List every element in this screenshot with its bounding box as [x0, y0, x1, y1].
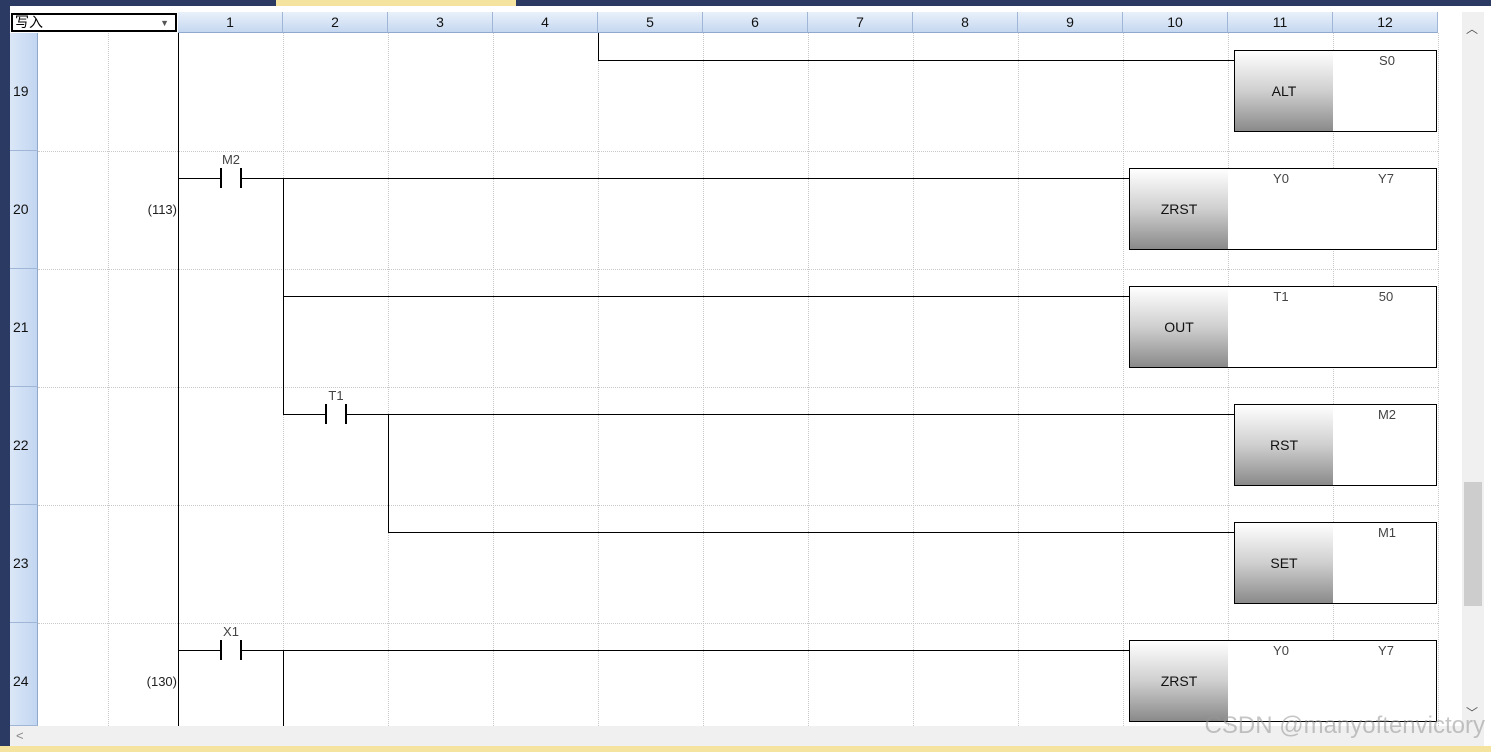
row-number: 23: [13, 555, 29, 571]
grid-line: [38, 269, 1438, 270]
step-number: (113): [147, 202, 177, 217]
wire: [283, 296, 1129, 297]
window-frame-left: [0, 6, 10, 752]
normally-open-contact[interactable]: [325, 404, 347, 424]
wire: [242, 178, 1129, 179]
column-header[interactable]: 6: [703, 12, 808, 33]
instruction-op: SET: [1235, 523, 1333, 603]
instruction-op: ZRST: [1130, 641, 1228, 721]
row-header[interactable]: 22: [10, 387, 38, 505]
watermark: CSDN @manyoftenvictory: [1204, 712, 1485, 739]
instruction-operand: Y0: [1273, 171, 1289, 186]
column-header[interactable]: 12: [1333, 12, 1438, 33]
instruction-operand: M2: [1377, 407, 1397, 422]
row-number: 24: [13, 673, 29, 689]
row-header[interactable]: 20: [10, 151, 38, 269]
grid-line: [38, 505, 1438, 506]
column-header[interactable]: 11: [1228, 12, 1333, 33]
row-number: 22: [13, 437, 29, 453]
wire: [347, 414, 1234, 415]
row-number: 21: [13, 319, 29, 335]
instruction-block[interactable]: ZRST Y0 Y7: [1129, 168, 1437, 250]
row-header[interactable]: 24: [10, 623, 38, 726]
column-header[interactable]: 3: [388, 12, 493, 33]
column-header[interactable]: 5: [598, 12, 703, 33]
row-header[interactable]: 23: [10, 505, 38, 623]
instruction-block[interactable]: SET M1: [1234, 522, 1437, 604]
instruction-operand: M1: [1377, 525, 1397, 540]
grid-line: [38, 387, 1438, 388]
instruction-operand: Y0: [1273, 643, 1289, 658]
instruction-op: ALT: [1235, 51, 1333, 131]
ladder-left-bus: [178, 33, 179, 726]
instruction-operand: 50: [1378, 289, 1394, 304]
column-header[interactable]: 4: [493, 12, 598, 33]
contact-label: M2: [221, 152, 241, 167]
instruction-block[interactable]: RST M2: [1234, 404, 1437, 486]
instruction-operand: Y7: [1378, 171, 1394, 186]
wire: [283, 650, 284, 726]
row-number: 19: [13, 83, 29, 99]
step-number: (130): [146, 674, 177, 689]
instruction-op: OUT: [1130, 287, 1228, 367]
wire: [598, 60, 1234, 61]
instruction-block[interactable]: ALT S0: [1234, 50, 1437, 132]
chevron-left-icon[interactable]: <: [16, 728, 24, 743]
wire: [598, 33, 599, 60]
scroll-thumb[interactable]: [1464, 482, 1482, 606]
instruction-operand: S0: [1379, 53, 1395, 68]
wire: [283, 414, 325, 415]
mode-select[interactable]: 写入 ▼: [11, 13, 177, 32]
row-number: 20: [13, 201, 29, 217]
contact-label: X1: [223, 624, 239, 639]
instruction-op: RST: [1235, 405, 1333, 485]
row-header[interactable]: 21: [10, 269, 38, 387]
wire: [388, 532, 1234, 533]
contact-label: T1: [328, 388, 344, 403]
mode-select-value: 写入: [15, 14, 43, 30]
chevron-down-icon[interactable]: ▼: [160, 16, 169, 31]
document-tab-strip[interactable]: [0, 0, 1491, 6]
instruction-block[interactable]: OUT T1 50: [1129, 286, 1437, 368]
status-strip: [0, 746, 1491, 752]
vertical-scrollbar[interactable]: ︿ ﹀: [1462, 12, 1484, 726]
grid-line: [1438, 33, 1439, 726]
instruction-operand: T1: [1273, 289, 1289, 304]
normally-open-contact[interactable]: [220, 640, 242, 660]
column-header[interactable]: 7: [808, 12, 913, 33]
column-header[interactable]: 9: [1018, 12, 1123, 33]
chevron-up-icon[interactable]: ︿: [1466, 20, 1478, 37]
normally-open-contact[interactable]: [220, 168, 242, 188]
instruction-op: ZRST: [1130, 169, 1228, 249]
column-header[interactable]: 1: [178, 12, 283, 33]
instruction-operand: Y7: [1378, 643, 1394, 658]
column-header[interactable]: 10: [1123, 12, 1228, 33]
wire: [242, 650, 1129, 651]
wire: [388, 414, 389, 532]
column-header[interactable]: 8: [913, 12, 1018, 33]
active-document-tab[interactable]: [276, 0, 516, 6]
row-header[interactable]: 19: [10, 33, 38, 151]
instruction-block[interactable]: ZRST Y0 Y7: [1129, 640, 1437, 722]
ladder-editor[interactable]: 写入 ▼ 1 2 3 4 5 6 7 8 9 10 11 12 19 20 21…: [10, 12, 1462, 726]
wire: [178, 650, 220, 651]
wire: [178, 178, 220, 179]
column-header[interactable]: 2: [283, 12, 388, 33]
